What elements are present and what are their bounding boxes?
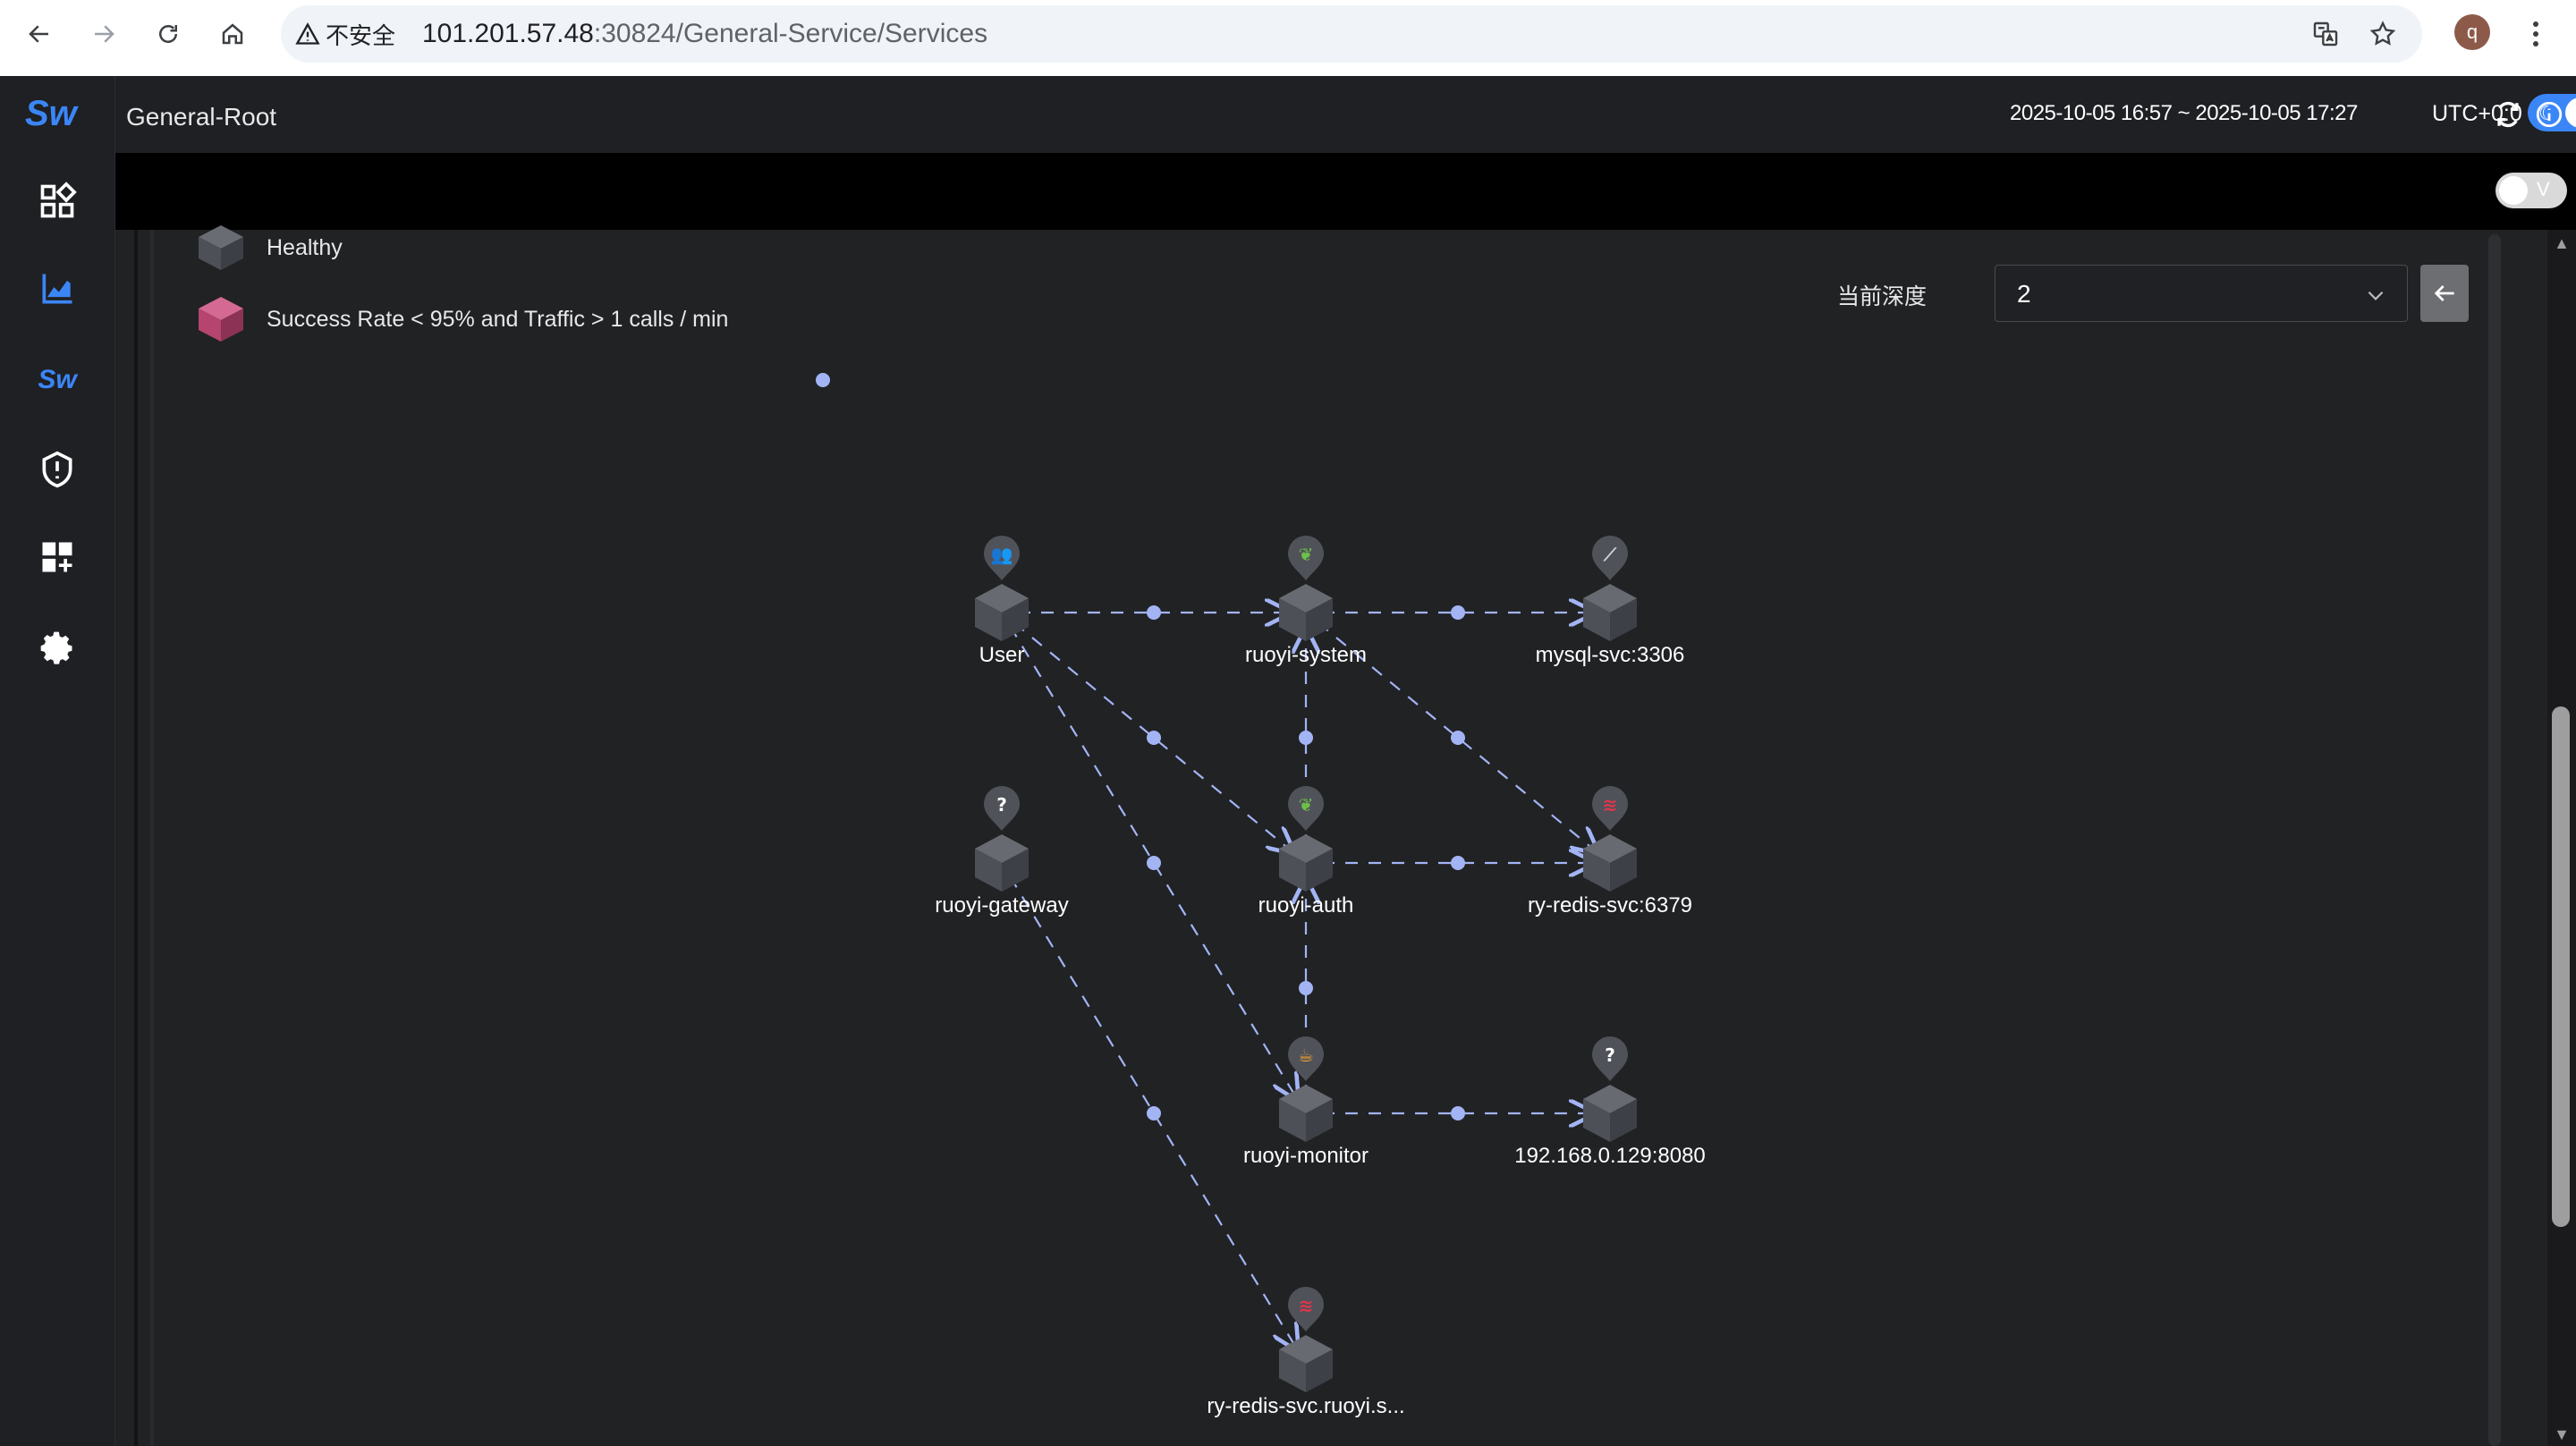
edge-midpoint-dot[interactable] — [1451, 605, 1465, 620]
stray-edge-dot — [816, 373, 830, 387]
unknown-icon: ? — [1605, 1044, 1615, 1066]
spring-icon: ❦ — [1299, 544, 1314, 565]
node-label: ry-redis-svc:6379 — [1527, 893, 1693, 917]
node-redis1[interactable]: ≋ — [1583, 786, 1637, 892]
mysql-icon: ⟋ — [1603, 544, 1617, 565]
edge-midpoint-dot[interactable] — [1147, 605, 1161, 620]
node-gateway[interactable]: ? — [975, 786, 1029, 892]
node-system[interactable]: ❦ — [1279, 536, 1333, 641]
node-auth[interactable]: ❦ — [1279, 786, 1333, 892]
node-label: ruoyi-gateway — [935, 893, 1069, 917]
node-mysql[interactable]: ⟋ — [1583, 536, 1637, 641]
node-label: ruoyi-auth — [1258, 893, 1354, 917]
node-redis2[interactable]: ≋ — [1279, 1287, 1333, 1392]
edge-midpoint-dot[interactable] — [1451, 1106, 1465, 1120]
node-label: User — [979, 643, 1025, 667]
edge-midpoint-dot[interactable] — [1147, 731, 1161, 745]
spring-icon: ❦ — [1299, 794, 1314, 816]
node-label: ry-redis-svc.ruoyi.s... — [1207, 1394, 1405, 1418]
redis-icon: ≋ — [1299, 1295, 1314, 1316]
node-label: ruoyi-system — [1244, 643, 1368, 667]
user-icon: 👥 — [991, 544, 1013, 565]
node-label: mysql-svc:3306 — [1535, 643, 1685, 667]
edge-midpoint-dot[interactable] — [1299, 731, 1313, 745]
topology-graph[interactable]: 👥 ❦ ⟋? ❦ ≋ ☕ ? ≋ — [0, 0, 2576, 1446]
node-label: 192.168.0.129:8080 — [1514, 1144, 1706, 1168]
node-ip[interactable]: ? — [1583, 1036, 1637, 1142]
edge-midpoint-dot[interactable] — [1147, 856, 1161, 870]
edge-midpoint-dot[interactable] — [1299, 981, 1313, 995]
edge-midpoint-dot[interactable] — [1451, 731, 1465, 745]
unknown-icon: ? — [996, 794, 1007, 816]
java-icon: ☕ — [1298, 1044, 1314, 1066]
node-monitor[interactable]: ☕ — [1279, 1036, 1333, 1142]
redis-icon: ≋ — [1603, 794, 1618, 816]
edge-midpoint-dot[interactable] — [1147, 1106, 1161, 1120]
node-label: ruoyi-monitor — [1242, 1144, 1369, 1168]
edge-midpoint-dot[interactable] — [1451, 856, 1465, 870]
node-user[interactable]: 👥 — [975, 536, 1029, 641]
